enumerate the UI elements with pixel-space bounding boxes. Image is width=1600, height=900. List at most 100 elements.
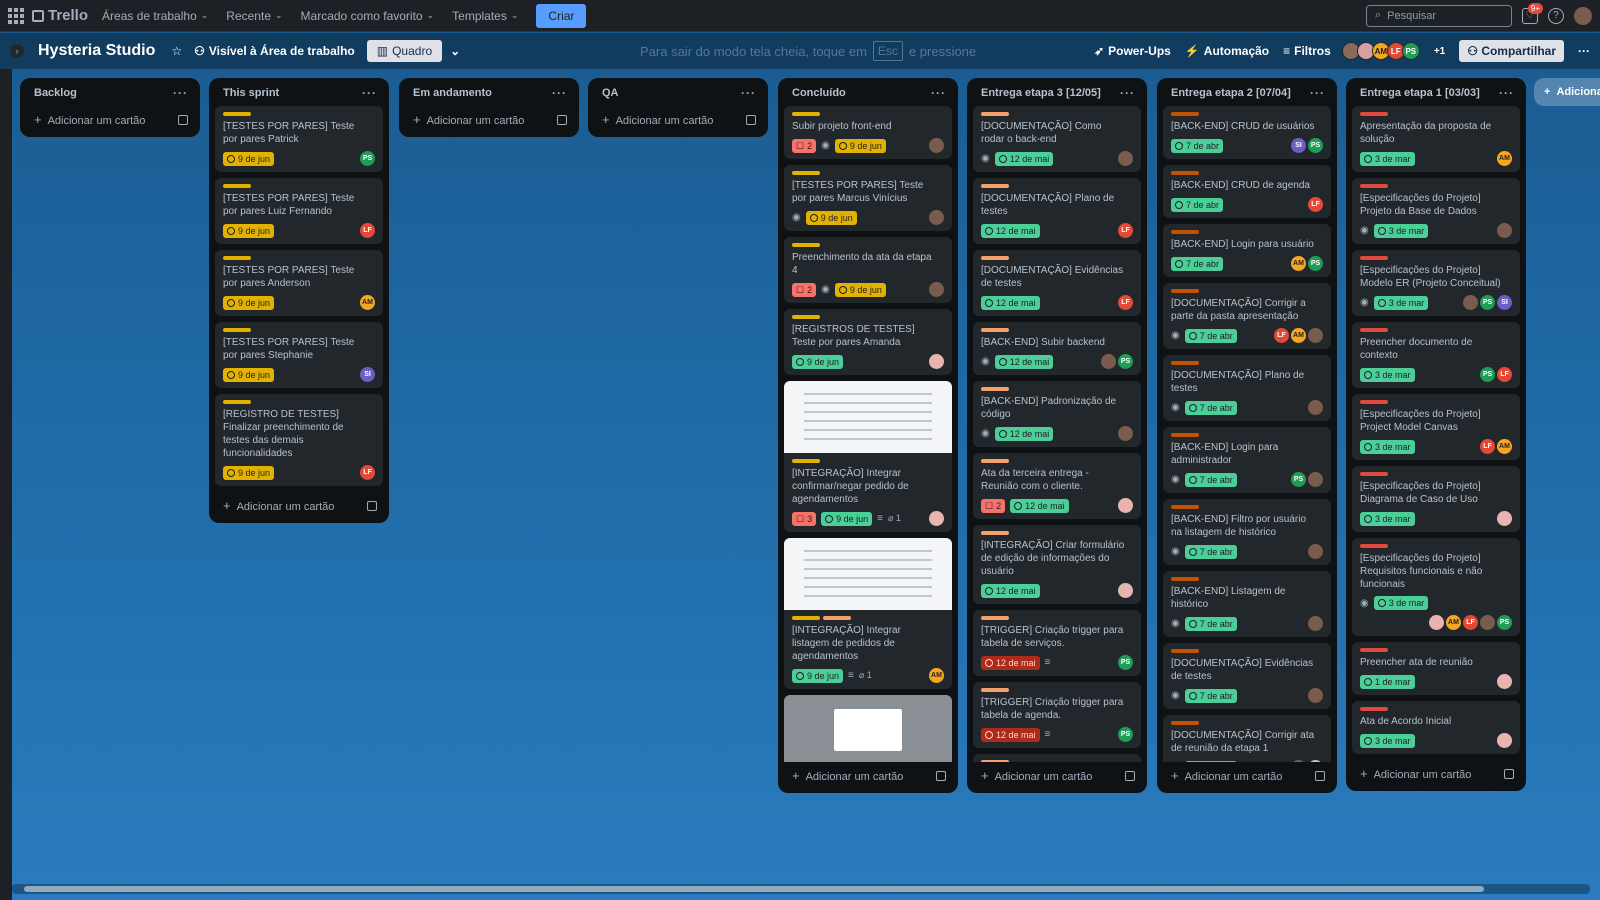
help-icon[interactable]: ? [1548,7,1564,24]
due-date-badge[interactable]: 3 de mar [1360,367,1415,382]
card-label[interactable] [792,459,820,463]
card-label[interactable] [981,387,1009,391]
add-card-button[interactable]: + Adicionar um cartão [967,762,1147,793]
card[interactable]: [INTEGRAÇÃO] Integrar criação de novo ag… [784,695,952,762]
card-label[interactable] [981,328,1009,332]
due-date-badge[interactable]: 9 de jun [805,210,857,225]
member-avatar[interactable]: LF [1480,439,1495,454]
member-avatar[interactable]: PS [1118,727,1133,742]
due-date-badge[interactable]: 9 de jun [223,151,275,166]
card-label[interactable] [223,400,251,404]
member-avatar[interactable] [1463,295,1478,310]
member-avatar[interactable]: PS [1308,256,1323,271]
card-label[interactable] [981,760,1009,762]
card-label[interactable] [981,531,1009,535]
due-date-badge[interactable]: 3 de mar [1373,295,1429,310]
due-date-badge[interactable]: 1 de mar [1360,674,1415,689]
list-title[interactable]: Concluído [792,87,846,99]
create-from-template-icon[interactable] [1315,770,1325,781]
card[interactable]: [BACK-END] CRUD de agenda 7 de abr LF [1163,165,1331,218]
due-date-badge[interactable]: 12 de mai [1010,498,1069,513]
card-label[interactable] [1171,230,1199,234]
member-avatar[interactable] [1101,354,1116,369]
card[interactable]: [BACK-END] Filtro por usuário na listage… [1163,499,1331,565]
scrollbar-thumb[interactable] [24,886,1484,892]
card-label[interactable] [981,184,1009,188]
due-date-badge[interactable]: 7 de abr [1184,688,1237,703]
create-from-template-icon[interactable] [746,114,756,125]
nav-starred[interactable]: Marcado como favorito ⌄ [301,9,435,23]
member-avatar[interactable]: LF [360,223,375,238]
card[interactable]: [TESTES POR PARES] Teste por pares Patri… [215,106,383,172]
member-avatar[interactable]: AM [1497,151,1512,166]
due-date-badge[interactable]: 7 de abr [1171,256,1224,271]
due-date-badge[interactable]: 12 de mai [981,727,1040,742]
card[interactable]: [DOCUMENTAÇÃO] Corrigir a parte da pasta… [1163,283,1331,349]
member-avatar[interactable]: LF [360,465,375,480]
automation-button[interactable]: ⚡ Automação [1185,44,1269,58]
card[interactable]: [TESTES POR PARES] Teste por pares Marcu… [784,165,952,231]
member-avatar[interactable]: PS [1118,354,1133,369]
user-avatar[interactable] [1574,6,1592,25]
member-avatar[interactable]: PS [360,151,375,166]
add-card-button[interactable]: + Adicionar um cartão [399,106,579,137]
member-avatar[interactable]: LF [1274,328,1289,343]
due-date-badge[interactable]: 9 de jun [223,223,275,238]
card-cover-image[interactable] [784,695,952,762]
list-header[interactable]: Entrega etapa 3 [12/05] ··· [967,78,1147,106]
card[interactable]: [Especificações do Projeto] Requisitos f… [1352,538,1520,636]
due-date-badge[interactable]: 12 de mai [994,354,1054,369]
power-ups-button[interactable]: ➶ Power-Ups [1094,44,1171,58]
due-date-badge[interactable]: 12 de mai [994,151,1054,166]
member-avatar[interactable] [929,354,944,369]
card-label[interactable] [1360,400,1388,404]
horizontal-scrollbar[interactable] [12,884,1590,894]
member-avatar[interactable]: PS [1291,472,1306,487]
card[interactable]: [BACK-END] Login para administrador ◉ 7 de… [1163,427,1331,493]
create-button[interactable]: Criar [536,3,587,28]
due-date-badge[interactable]: 12 de mai [981,655,1040,670]
member-avatar[interactable]: SI [1291,138,1306,153]
member-avatar[interactable]: AM [1291,328,1306,343]
member-avatar[interactable]: AM [360,295,375,310]
list-title[interactable]: Entrega etapa 1 [03/03] [1360,87,1480,99]
card-label[interactable] [1171,577,1199,581]
due-date-badge[interactable]: 12 de mai [981,223,1040,238]
visibility-button[interactable]: ⚇ Visível à Área de trabalho [194,44,355,58]
card-label[interactable] [792,243,820,247]
card[interactable]: [TESTES POR PARES] Teste por pares Luiz … [215,178,383,244]
card-label[interactable] [1171,649,1199,653]
nav-workspaces[interactable]: Áreas de trabalho ⌄ [102,9,208,23]
member-avatar[interactable]: SI [1497,295,1512,310]
card-label[interactable] [223,256,251,260]
due-date-badge[interactable]: 9 de jun [792,354,844,369]
due-date-badge[interactable]: 7 de abr [1171,138,1224,153]
member-avatar[interactable] [929,138,944,153]
list-header[interactable]: Em andamento ··· [399,78,579,106]
card[interactable]: [BACK-END] Listagem de histórico ◉ 7 de ab… [1163,571,1331,637]
member-avatar[interactable] [929,210,944,225]
card[interactable]: [REGISTROS DE TESTES] Teste por pares Am… [784,309,952,375]
card[interactable]: [TESTES POR PARES] Teste por pares Steph… [215,322,383,388]
card[interactable]: [DOCUMENTAÇÃO] Plano de testes ◉ 7 de abr [1163,355,1331,421]
list-menu-icon[interactable]: ··· [362,86,377,100]
trello-logo[interactable]: Trello [32,7,88,24]
due-date-badge[interactable]: 7 de abr [1184,472,1237,487]
card[interactable]: [INTEGRAÇÃO] Criar formulário de edição … [973,525,1141,604]
member-avatar[interactable] [1308,760,1323,762]
due-date-badge[interactable]: 3 de mar [1360,151,1415,166]
member-avatar[interactable] [1308,544,1323,559]
member-avatar[interactable] [1118,151,1133,166]
card-label[interactable] [1171,721,1199,725]
due-date-badge[interactable]: 9 de jun [821,511,873,526]
list-menu-icon[interactable]: ··· [931,86,946,100]
list-header[interactable]: Entrega etapa 1 [03/03] ··· [1346,78,1526,106]
member-avatar[interactable]: AM [1497,439,1512,454]
member-avatar[interactable]: PS [1118,655,1133,670]
card-label[interactable] [1360,544,1388,548]
create-from-template-icon[interactable] [557,114,567,125]
member-avatar[interactable] [1308,328,1323,343]
card[interactable]: [DOCUMENTAÇÃO] Plano de testes 12 de mai L… [973,178,1141,244]
card-label[interactable] [223,112,251,116]
member-avatar[interactable]: AM [1446,615,1461,630]
